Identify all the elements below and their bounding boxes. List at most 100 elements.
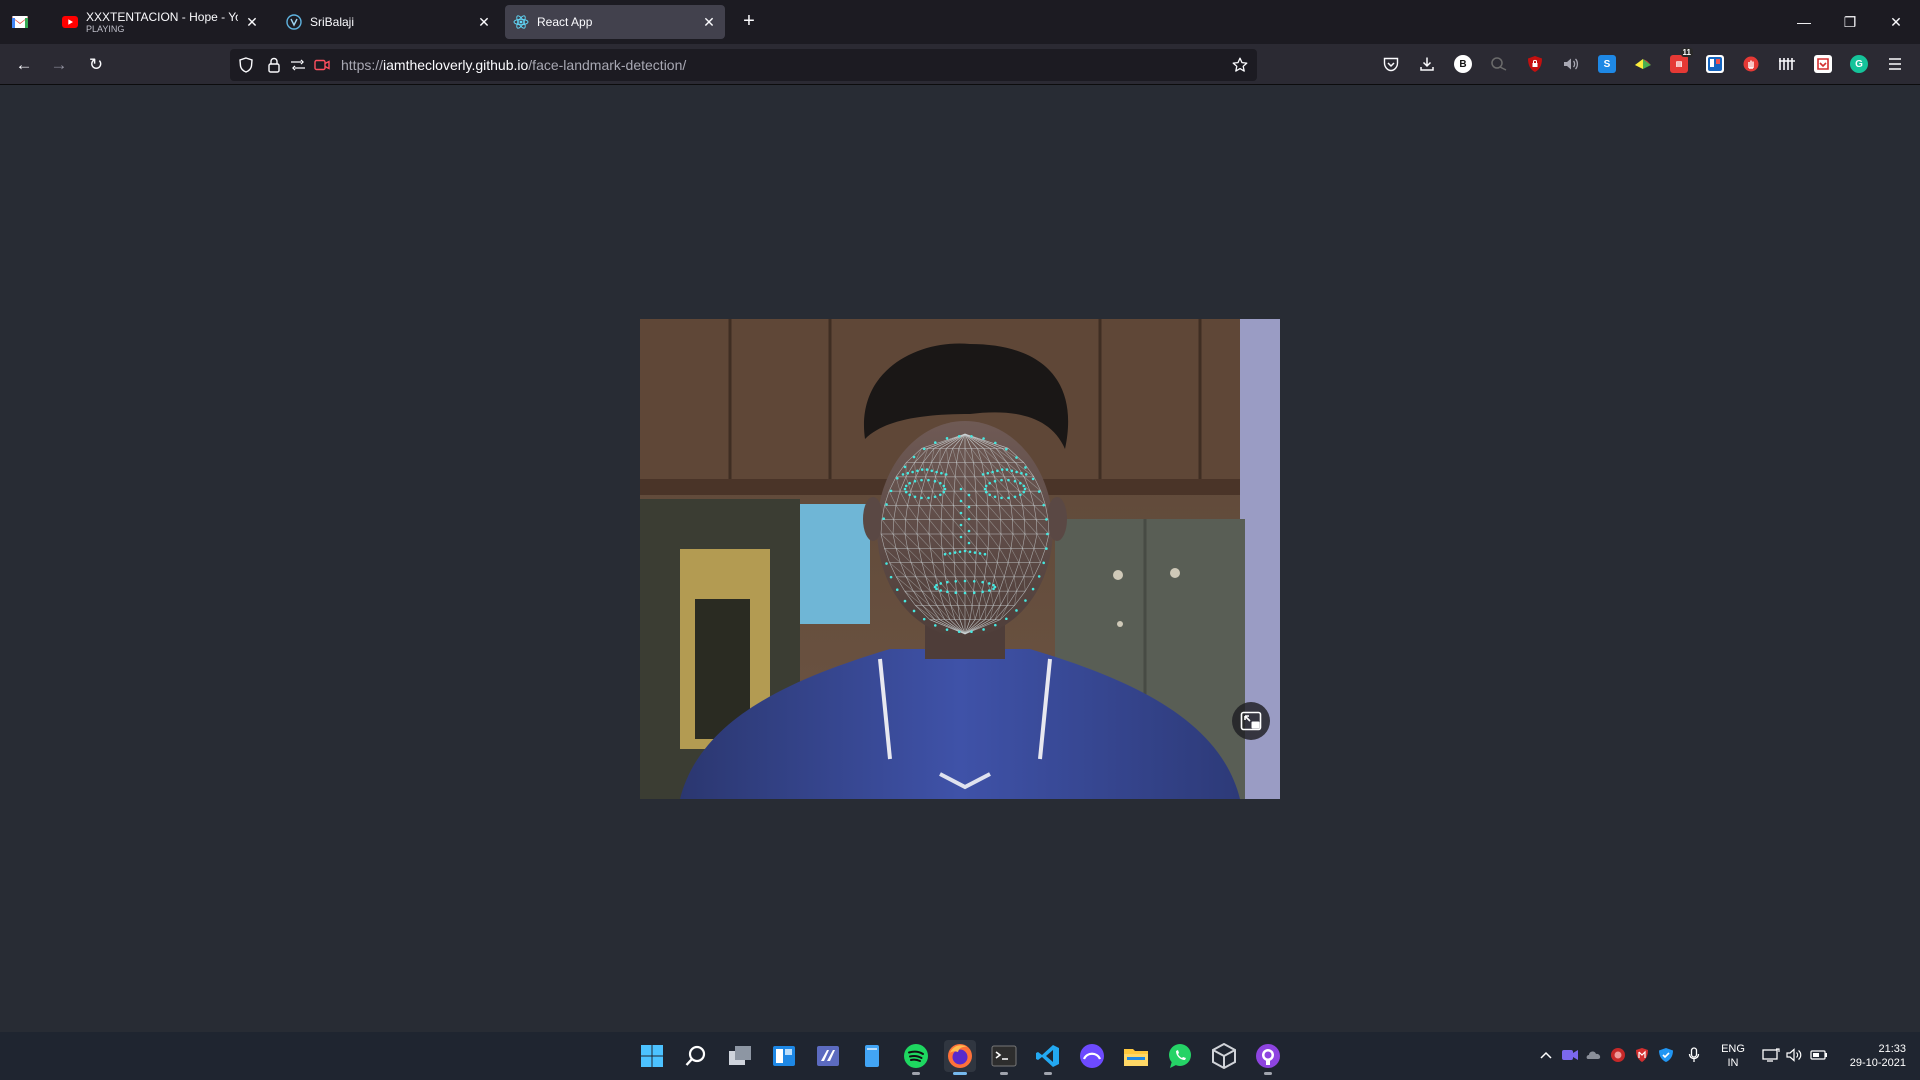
pdf-ext-icon[interactable]: [1814, 55, 1832, 73]
tab-title: React App: [537, 15, 593, 29]
task-view-button[interactable]: [724, 1040, 756, 1072]
mesh-landmark-point: [895, 588, 899, 592]
tab-react-app[interactable]: React App ✕: [505, 5, 725, 39]
tab-close-button[interactable]: ✕: [476, 14, 492, 30]
mesh-landmark-point: [916, 469, 919, 473]
mesh-landmark-point: [973, 551, 977, 554]
notepad-button[interactable]: [856, 1040, 888, 1072]
lock-icon[interactable]: [266, 57, 282, 73]
widgets-button[interactable]: [768, 1040, 800, 1072]
forward-button[interactable]: →: [46, 52, 72, 78]
unity-button[interactable]: [1208, 1040, 1240, 1072]
minimize-button[interactable]: —: [1781, 0, 1827, 44]
battery-icon[interactable]: [1810, 1046, 1828, 1064]
mesh-landmark-point: [1005, 617, 1008, 621]
dark-reader-icon[interactable]: [1490, 55, 1508, 73]
terminal-button[interactable]: [988, 1040, 1020, 1075]
security-shield-icon[interactable]: [1657, 1046, 1675, 1064]
mesh-landmark-point: [1042, 503, 1045, 507]
mesh-landmark-point: [1000, 496, 1003, 500]
menu-hamburger-icon[interactable]: [1886, 55, 1904, 73]
mesh-landmark-point: [1010, 469, 1014, 473]
download-icon[interactable]: [1418, 55, 1436, 73]
tray-overflow-chevron-icon[interactable]: [1537, 1046, 1555, 1064]
mesh-landmark-point: [912, 609, 916, 613]
mesh-landmark-point: [1000, 478, 1003, 482]
task-view-icon: [729, 1046, 751, 1065]
mesh-landmark-point: [987, 589, 991, 592]
mesh-landmark-point: [930, 469, 934, 473]
tab-close-button[interactable]: ✕: [244, 14, 260, 30]
url-text[interactable]: https://iamthecloverly.github.io/face-la…: [341, 57, 686, 73]
mesh-landmark-point: [908, 481, 911, 485]
s-ext-icon[interactable]: S: [1598, 55, 1616, 73]
address-bar[interactable]: https://iamthecloverly.github.io/face-la…: [230, 49, 1257, 81]
mesh-landmark-point: [959, 523, 963, 527]
reload-button[interactable]: ↻: [83, 52, 109, 78]
mesh-landmark-point: [983, 552, 987, 556]
whatsapp-icon: [1169, 1044, 1191, 1068]
mesh-landmark-point: [1037, 575, 1041, 578]
new-tab-button[interactable]: +: [737, 10, 761, 34]
mesh-landmark-point: [940, 471, 943, 475]
tab-sribalaji[interactable]: SriBalaji ✕: [278, 5, 500, 39]
trello-ext-icon[interactable]: [1706, 55, 1724, 73]
mesh-landmark-point: [1023, 487, 1027, 491]
speaker-icon[interactable]: [1786, 1046, 1804, 1064]
permissions-icon[interactable]: [290, 57, 306, 73]
spotify-button[interactable]: [900, 1040, 932, 1075]
mesh-landmark-point: [1042, 561, 1045, 565]
terminal-icon: [991, 1045, 1017, 1067]
mesh-landmark-point: [994, 441, 997, 445]
mesh-landmark-point: [1013, 495, 1017, 499]
tray-cloud-icon[interactable]: [1585, 1046, 1603, 1064]
b-ext-icon[interactable]: B: [1454, 55, 1472, 73]
mesh-landmark-point: [978, 552, 982, 555]
bookmark-star-icon[interactable]: [1232, 57, 1248, 73]
input-language[interactable]: ENG IN: [1719, 1042, 1747, 1070]
network-icon[interactable]: [1762, 1046, 1780, 1064]
github-desktop-button[interactable]: [1252, 1040, 1284, 1075]
mesh-landmark-point: [889, 575, 893, 579]
microphone-icon[interactable]: [1685, 1046, 1703, 1064]
ublock-icon[interactable]: [1526, 55, 1544, 73]
tab-youtube[interactable]: XXXTENTACION - Hope - YouTube PLAYING ✕: [54, 5, 268, 39]
pocket-icon[interactable]: [1382, 55, 1400, 73]
grammarly-icon[interactable]: G: [1850, 55, 1868, 73]
mesh-landmark-point: [993, 495, 997, 499]
mesh-landmark-point: [1024, 599, 1027, 602]
mcafee-shield-icon[interactable]: [1633, 1046, 1651, 1064]
tray-red-app-icon[interactable]: [1609, 1046, 1627, 1064]
search-button[interactable]: [680, 1040, 712, 1072]
volume-icon[interactable]: [1562, 55, 1580, 73]
calendar-ext-icon[interactable]: ▤ 11: [1670, 48, 1693, 73]
close-window-button[interactable]: ✕: [1873, 0, 1919, 44]
mesh-landmark-point: [946, 580, 949, 584]
tab-close-button[interactable]: ✕: [701, 14, 717, 30]
picture-in-picture-button[interactable]: [1232, 702, 1270, 740]
mesh-landmark-point: [1019, 493, 1022, 497]
taskbar-clock[interactable]: 21:33 29-10-2021: [1836, 1042, 1906, 1070]
pinned-tab-gmail[interactable]: [6, 5, 34, 39]
vscode-button[interactable]: [1032, 1040, 1064, 1075]
red-hand-icon[interactable]: [1742, 55, 1760, 73]
firefox-button[interactable]: [944, 1040, 976, 1075]
back-button[interactable]: ←: [11, 52, 37, 78]
meet-camera-icon[interactable]: [1561, 1046, 1579, 1064]
visual-studio-button[interactable]: [812, 1040, 844, 1072]
mesh-landmark-point: [913, 479, 917, 483]
windows-start-icon: [641, 1045, 663, 1067]
restore-button[interactable]: ❐: [1827, 0, 1873, 44]
start-button[interactable]: [636, 1040, 668, 1072]
tracking-protection-shield-icon[interactable]: [238, 57, 254, 73]
camera-sharing-icon[interactable]: [314, 57, 330, 73]
grid-ext-icon[interactable]: [1778, 55, 1796, 73]
whatsapp-button[interactable]: [1164, 1040, 1196, 1072]
mesh-landmark-point: [1031, 477, 1035, 481]
color-ext-icon[interactable]: [1634, 55, 1652, 73]
mesh-landmark-point: [912, 455, 916, 459]
file-explorer-button[interactable]: [1120, 1040, 1152, 1072]
mesh-landmark-point: [967, 529, 971, 533]
clock-date: 29-10-2021: [1849, 1057, 1906, 1069]
proton-button[interactable]: [1076, 1040, 1108, 1072]
